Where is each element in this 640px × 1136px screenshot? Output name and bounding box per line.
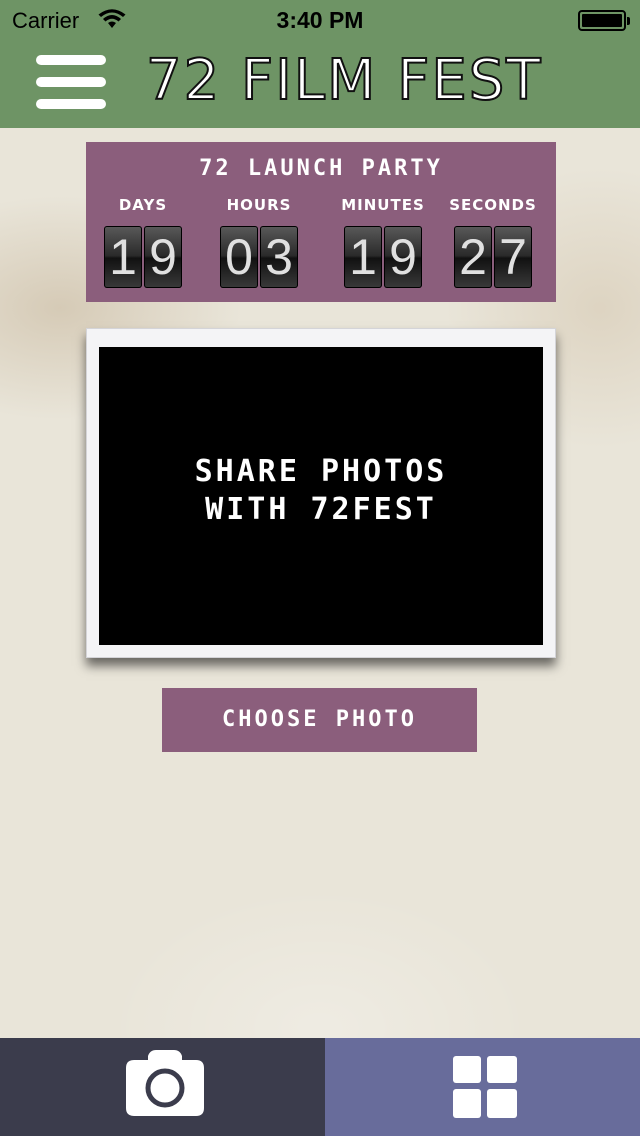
seconds-digit: 7: [494, 226, 532, 288]
photo-placeholder[interactable]: SHARE PHOTOS WITH 72FEST: [99, 347, 543, 645]
seconds-value: 27: [453, 226, 533, 288]
tab-grid[interactable]: [325, 1038, 640, 1136]
app-title: 72 FILM FEST: [145, 47, 543, 114]
hamburger-menu-icon[interactable]: [36, 55, 108, 109]
battery-icon: [578, 10, 630, 31]
days-digit: 9: [144, 226, 182, 288]
countdown-minutes: MINUTES 19: [328, 196, 438, 288]
photo-frame: SHARE PHOTOS WITH 72FEST: [86, 328, 556, 658]
countdown-title: 72 LAUNCH PARTY: [199, 156, 443, 181]
countdown-days: DAYS 19: [88, 196, 198, 288]
tab-bar: [0, 1038, 640, 1136]
seconds-digit: 2: [454, 226, 492, 288]
share-line-1: SHARE PHOTOS: [194, 454, 448, 489]
minutes-label: MINUTES: [341, 196, 425, 214]
minutes-value: 19: [343, 226, 423, 288]
days-value: 19: [103, 226, 183, 288]
days-digit: 1: [104, 226, 142, 288]
choose-photo-button[interactable]: CHOOSE PHOTO: [162, 688, 477, 752]
share-line-2: WITH 72FEST: [205, 492, 437, 527]
camera-icon: [126, 1050, 204, 1116]
countdown-hours: HOURS 03: [204, 196, 314, 288]
minutes-digit: 1: [344, 226, 382, 288]
hours-digit: 3: [260, 226, 298, 288]
countdown-panel: 72 LAUNCH PARTY DAYS 19 HOURS 03 MINUTES…: [86, 142, 556, 302]
tab-camera[interactable]: [0, 1038, 325, 1136]
hours-label: HOURS: [226, 196, 292, 214]
hours-digit: 0: [220, 226, 258, 288]
countdown-seconds: SECONDS 27: [438, 196, 548, 288]
days-label: DAYS: [118, 196, 168, 214]
minutes-digit: 9: [384, 226, 422, 288]
status-time: 3:40 PM: [276, 7, 364, 33]
share-photos-text: SHARE PHOTOS WITH 72FEST: [99, 453, 543, 529]
hours-value: 03: [219, 226, 299, 288]
status-bar: Carrier 3:40 PM: [0, 0, 640, 40]
grid-icon: [453, 1056, 517, 1118]
seconds-label: SECONDS: [449, 196, 537, 214]
app-header: Carrier 3:40 PM 72 FILM FEST: [0, 0, 640, 128]
